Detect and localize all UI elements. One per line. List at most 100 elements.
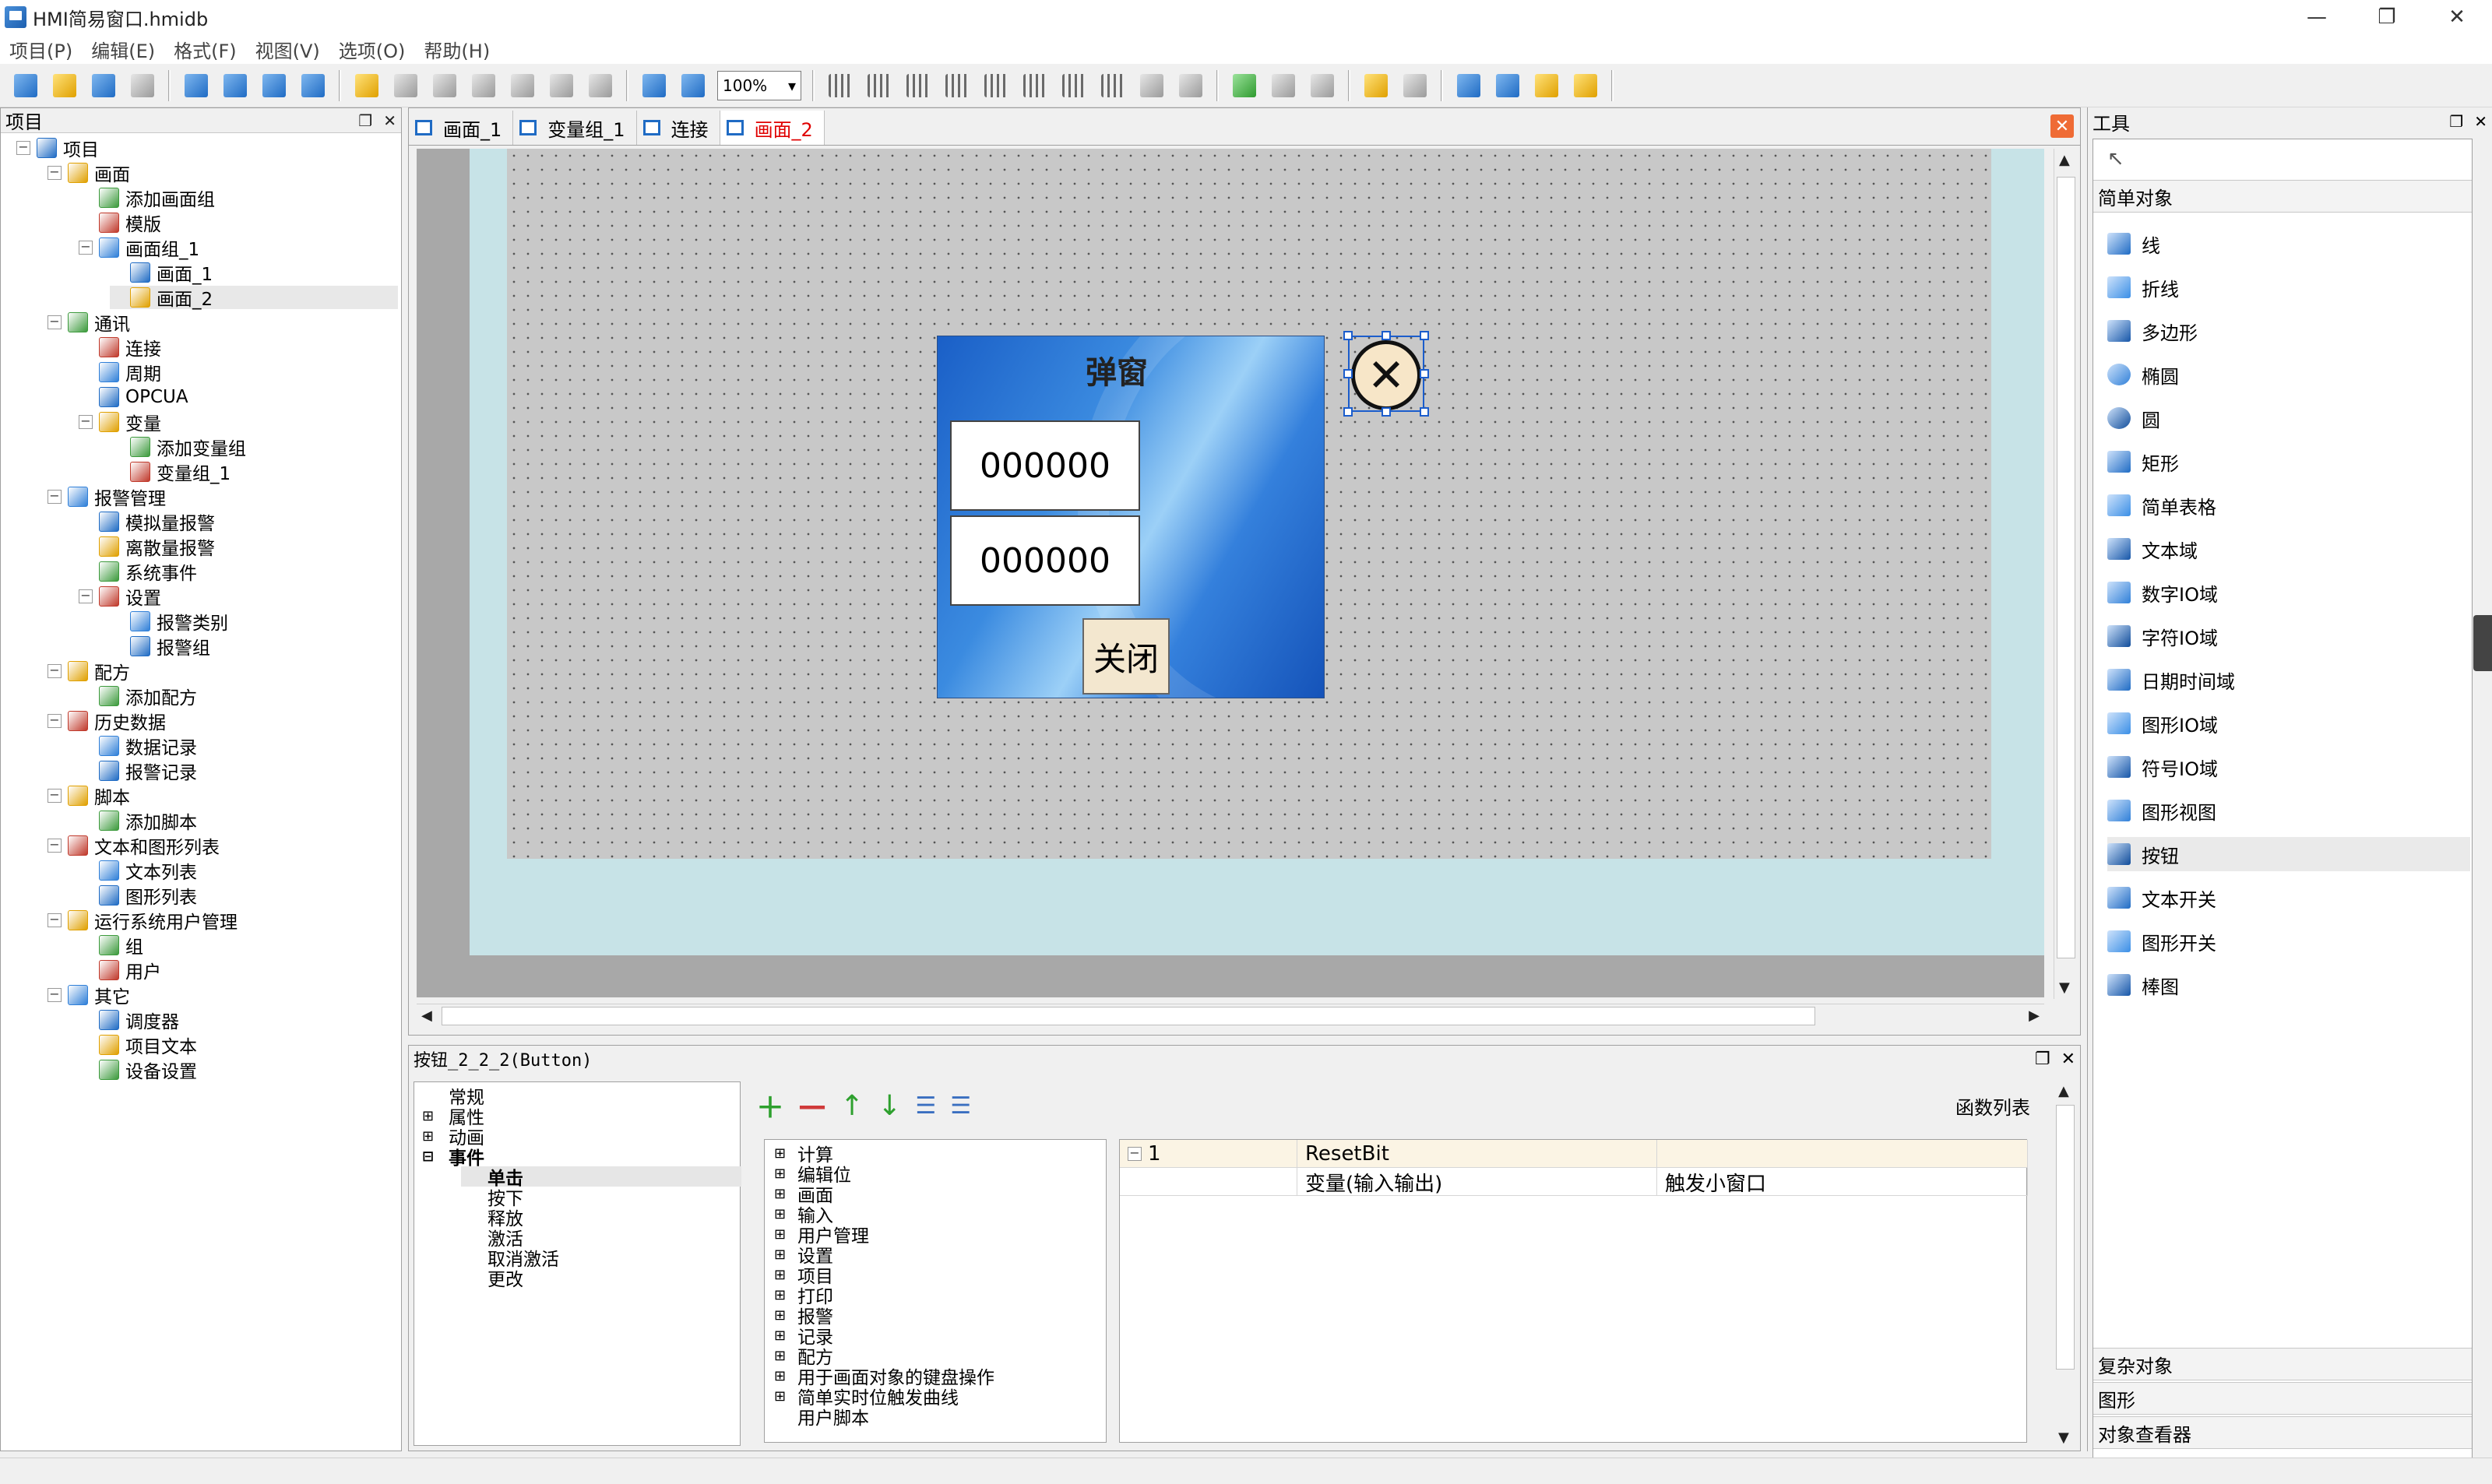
menu-format[interactable]: 格式(F) bbox=[164, 36, 246, 63]
align-top-button[interactable] bbox=[940, 69, 974, 103]
print-button[interactable] bbox=[125, 69, 160, 103]
expand-icon[interactable]: ⊞ bbox=[774, 1287, 788, 1303]
tree-item[interactable]: − 通讯 bbox=[48, 311, 130, 335]
group-button[interactable] bbox=[1266, 69, 1301, 103]
tree-item[interactable]: − 历史数据 bbox=[48, 709, 166, 733]
scroll-thumb[interactable] bbox=[442, 1007, 1815, 1025]
tool-item[interactable]: 椭圆 bbox=[2107, 357, 2179, 392]
lock-button[interactable] bbox=[1359, 69, 1393, 103]
expand-icon[interactable]: ⊞ bbox=[774, 1247, 788, 1263]
menu-options[interactable]: 选项(O) bbox=[329, 36, 415, 63]
popup-window[interactable]: 弹窗 000000 000000 关闭 bbox=[937, 336, 1325, 698]
tab-4[interactable]: 画面_2 bbox=[720, 111, 825, 145]
tree-item[interactable]: 连接 bbox=[79, 336, 161, 360]
close-panel-icon[interactable]: ✕ bbox=[383, 111, 396, 130]
canvas-area[interactable]: 弹窗 000000 000000 关闭 ✕ bbox=[417, 149, 2044, 997]
resize-handle[interactable] bbox=[1343, 331, 1353, 340]
bring-forward-button[interactable] bbox=[1227, 69, 1262, 103]
resize-handle[interactable] bbox=[1382, 331, 1391, 340]
tool-item[interactable]: 字符IO域 bbox=[2107, 619, 2218, 653]
collapse-icon[interactable]: − bbox=[79, 241, 93, 255]
expand-all-icon[interactable]: ☰ bbox=[915, 1092, 936, 1120]
expand-icon[interactable]: ⊞ bbox=[774, 1206, 788, 1222]
resize-handle[interactable] bbox=[1420, 331, 1429, 340]
move-down-button[interactable] bbox=[1568, 69, 1603, 103]
simulate-button[interactable] bbox=[218, 69, 252, 103]
close-window-button[interactable]: ✕ bbox=[2422, 0, 2492, 34]
expand-icon[interactable]: ⊞ bbox=[774, 1166, 788, 1182]
zoom-out-button[interactable] bbox=[676, 69, 710, 103]
new-button[interactable] bbox=[9, 69, 43, 103]
collapse-icon[interactable]: − bbox=[48, 490, 62, 504]
undo-button[interactable] bbox=[350, 69, 384, 103]
expand-icon[interactable]: ⊞ bbox=[774, 1186, 788, 1202]
editor-horizontal-scrollbar[interactable]: ◀ ▶ bbox=[417, 1004, 2044, 1027]
tree-item[interactable]: 文本列表 bbox=[79, 859, 197, 883]
tree-item[interactable]: 设备设置 bbox=[79, 1058, 197, 1082]
float-panel-icon[interactable]: ❐ bbox=[2035, 1050, 2050, 1069]
expand-icon[interactable]: ⊞ bbox=[774, 1368, 788, 1384]
open-button[interactable] bbox=[48, 69, 82, 103]
move-down-icon[interactable]: ↓ bbox=[878, 1090, 901, 1122]
close-panel-icon[interactable]: ✕ bbox=[2474, 112, 2487, 131]
category-simple-objects[interactable]: 简单对象 bbox=[2093, 180, 2472, 213]
resize-handle[interactable] bbox=[1420, 369, 1429, 378]
move-up-icon[interactable]: ↑ bbox=[840, 1090, 864, 1122]
tab-2[interactable]: 变量组_1 bbox=[513, 111, 637, 145]
tree-item[interactable]: 报警组 bbox=[110, 635, 210, 659]
tool-item[interactable]: 棒图 bbox=[2107, 968, 2179, 1002]
same-height-button[interactable] bbox=[1096, 69, 1130, 103]
align-left-button[interactable] bbox=[823, 69, 857, 103]
tool-item[interactable]: 线 bbox=[2107, 227, 2160, 261]
tool-item[interactable]: 符号IO域 bbox=[2107, 750, 2218, 784]
collapse-icon[interactable]: − bbox=[48, 988, 62, 1002]
tree-item[interactable]: 变量组_1 bbox=[110, 460, 231, 484]
compile-button[interactable] bbox=[179, 69, 213, 103]
scroll-up-icon[interactable]: ▲ bbox=[2059, 152, 2070, 168]
tree-item[interactable]: 添加变量组 bbox=[110, 435, 246, 459]
category-object-viewer[interactable]: 对象查看器 bbox=[2093, 1416, 2472, 1449]
float-panel-icon[interactable]: ❐ bbox=[2449, 112, 2463, 131]
collapse-icon[interactable]: − bbox=[79, 415, 93, 429]
tree-item[interactable]: − 画面组_1 bbox=[79, 236, 199, 260]
collapse-icon[interactable]: − bbox=[48, 664, 62, 678]
menu-view[interactable]: 视图(V) bbox=[246, 36, 329, 63]
paste-button[interactable] bbox=[505, 69, 540, 103]
distribute-v-button[interactable] bbox=[1174, 69, 1208, 103]
float-panel-icon[interactable]: ❐ bbox=[358, 111, 372, 130]
tree-item[interactable]: 数据记录 bbox=[79, 734, 197, 758]
collapse-icon[interactable]: − bbox=[48, 839, 62, 853]
tree-item[interactable]: − 配方 bbox=[48, 659, 130, 684]
collapse-icon[interactable]: − bbox=[48, 714, 62, 728]
close-panel-icon[interactable]: ✕ bbox=[2061, 1050, 2075, 1069]
tree-item[interactable]: 添加脚本 bbox=[79, 809, 197, 833]
same-width-button[interactable] bbox=[1057, 69, 1091, 103]
tree-item[interactable]: OPCUA bbox=[79, 385, 188, 409]
align-center-button[interactable] bbox=[862, 69, 896, 103]
expand-icon[interactable]: ⊞ bbox=[422, 1128, 438, 1145]
close-tab-icon[interactable]: ✕ bbox=[2050, 114, 2074, 138]
category-complex-objects[interactable]: 复杂对象 bbox=[2093, 1348, 2472, 1380]
properties-scrollbar[interactable]: ▲ ▼ bbox=[2054, 1081, 2077, 1447]
distribute-h-button[interactable] bbox=[1135, 69, 1169, 103]
tree-item[interactable]: − 文本和图形列表 bbox=[48, 834, 220, 858]
tool-item[interactable]: 文本开关 bbox=[2107, 881, 2216, 915]
bring-to-front-button[interactable] bbox=[1452, 69, 1486, 103]
table-row[interactable]: − 1 ResetBit bbox=[1120, 1140, 2028, 1168]
tree-item[interactable]: 报警记录 bbox=[79, 759, 197, 783]
tree-item[interactable]: − 报警管理 bbox=[48, 485, 166, 509]
collapse-icon[interactable]: − bbox=[1128, 1147, 1142, 1161]
tree-item[interactable]: − 运行系统用户管理 bbox=[48, 909, 238, 933]
tree-item[interactable]: 离散量报警 bbox=[79, 535, 215, 559]
collapse-icon[interactable]: − bbox=[79, 589, 93, 603]
add-icon[interactable]: ＋ bbox=[756, 1085, 784, 1126]
expand-icon[interactable]: ⊞ bbox=[774, 1307, 788, 1324]
expand-icon[interactable]: ⊞ bbox=[774, 1388, 788, 1405]
tree-item[interactable]: − 变量 bbox=[79, 410, 161, 434]
tool-item[interactable]: 按钮 bbox=[2107, 837, 2470, 871]
tree-item[interactable]: 添加配方 bbox=[79, 684, 197, 709]
tab-3[interactable]: 连接 bbox=[636, 111, 720, 145]
tool-item[interactable]: 日期时间域 bbox=[2107, 663, 2235, 697]
align-middle-button[interactable] bbox=[979, 69, 1013, 103]
tree-item[interactable]: − 其它 bbox=[48, 983, 130, 1008]
